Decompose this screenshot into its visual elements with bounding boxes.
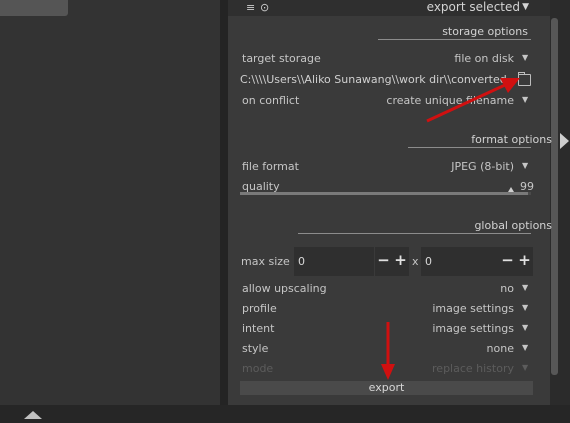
collapse-right-panel-icon[interactable] [560, 133, 569, 149]
chevron-down-icon[interactable]: ▼ [522, 53, 528, 62]
format-options-title: format options [471, 133, 552, 146]
storage-options-title: storage options [442, 25, 528, 38]
chevron-down-icon[interactable]: ▼ [522, 323, 528, 332]
target-storage-label: target storage [242, 52, 321, 65]
file-format-label: file format [242, 160, 299, 173]
quality-slider[interactable] [240, 192, 531, 195]
chevron-down-icon[interactable]: ▼ [522, 303, 528, 312]
mode-select: replace history [432, 362, 514, 375]
left-panel-tab[interactable] [0, 0, 68, 16]
intent-select[interactable]: image settings [432, 322, 514, 335]
style-select[interactable]: none [487, 342, 514, 355]
on-conflict-label: on conflict [242, 94, 300, 107]
file-format-select[interactable]: JPEG (8-bit) [451, 160, 514, 173]
style-label: style [242, 342, 269, 355]
expand-bottom-panel-icon[interactable] [24, 411, 42, 419]
scrollbar[interactable] [551, 18, 558, 375]
max-size-label: max size [241, 255, 290, 268]
width-decrease-button[interactable]: − [375, 247, 392, 276]
height-increase-button[interactable]: + [516, 247, 533, 276]
allow-upscaling-label: allow upscaling [242, 282, 327, 295]
slider-knob-icon[interactable] [508, 187, 514, 192]
chevron-down-icon[interactable]: ▼ [522, 283, 528, 292]
intent-label: intent [242, 322, 275, 335]
section-divider [298, 233, 531, 234]
on-conflict-select[interactable]: create unique filename [386, 94, 514, 107]
panel-divider [220, 0, 228, 405]
panel-header: ≡ ⊙ export selected ▼ [228, 0, 550, 16]
export-button[interactable]: export [240, 381, 533, 395]
global-options-title: global options [474, 219, 552, 232]
max-height-input[interactable]: 0 [421, 247, 499, 276]
quality-slider-fill [240, 192, 529, 195]
chevron-down-icon[interactable]: ▼ [522, 161, 528, 170]
hamburger-icon[interactable]: ≡ [246, 1, 255, 14]
width-increase-button[interactable]: + [392, 247, 409, 276]
chevron-down-icon: ▼ [522, 363, 529, 372]
profile-label: profile [242, 302, 277, 315]
chevron-down-icon[interactable]: ▼ [522, 0, 529, 14]
chevron-down-icon[interactable]: ▼ [522, 343, 528, 352]
target-storage-select[interactable]: file on disk [454, 52, 514, 65]
section-divider [378, 39, 531, 40]
panel-title: export selected [426, 0, 520, 14]
max-width-input[interactable]: 0 [294, 247, 374, 276]
profile-select[interactable]: image settings [432, 302, 514, 315]
mode-label: mode [242, 362, 274, 375]
export-path-input[interactable]: C:\\\\Users\\Aliko Sunawang\\work dir\\c… [240, 72, 515, 87]
gear-icon[interactable]: ⊙ [260, 1, 269, 14]
bottom-bar [0, 405, 570, 423]
folder-icon[interactable] [518, 72, 531, 86]
section-divider [408, 147, 531, 148]
size-separator: x [412, 255, 419, 268]
height-decrease-button[interactable]: − [499, 247, 516, 276]
allow-upscaling-select[interactable]: no [500, 282, 514, 295]
chevron-down-icon[interactable]: ▼ [522, 95, 528, 104]
image-area [0, 0, 220, 405]
